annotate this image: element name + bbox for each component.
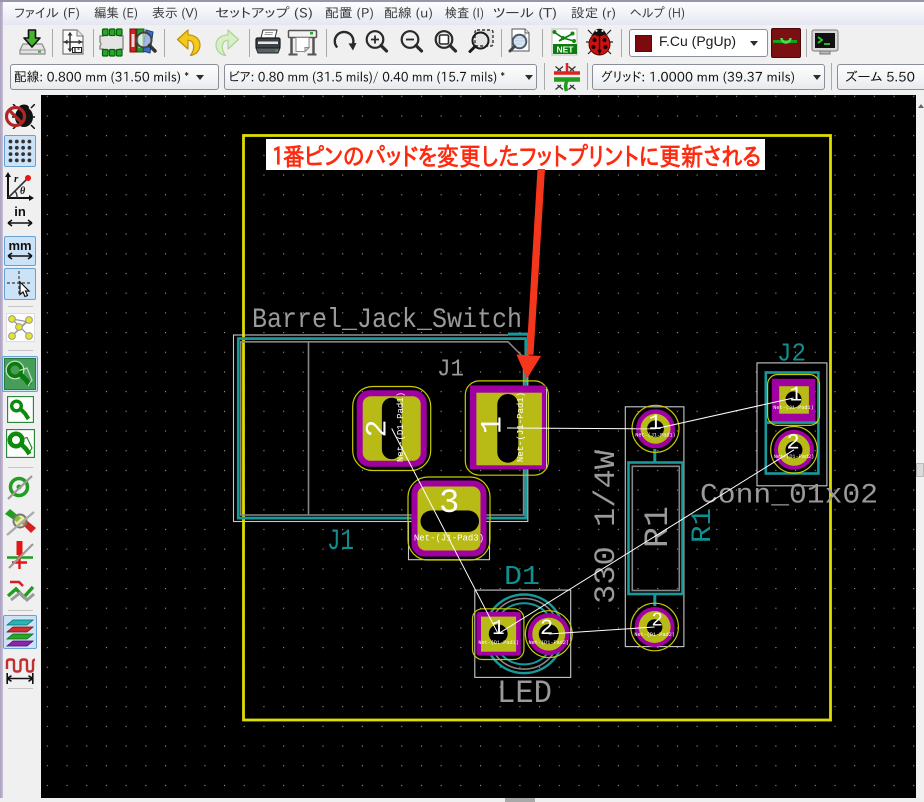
svg-text:in: in: [14, 204, 26, 219]
svg-text:r: r: [14, 173, 19, 185]
svg-text:330 1/4W: 330 1/4W: [590, 450, 624, 604]
svg-text:J1: J1: [327, 525, 354, 559]
svg-text:2: 2: [540, 616, 553, 641]
svg-text:2: 2: [362, 419, 396, 437]
svg-text:Net-(D1-Pad1): Net-(D1-Pad1): [396, 392, 406, 462]
svg-text:Net-(D1-Pad2): Net-(D1-Pad2): [634, 632, 674, 638]
svg-text:Net-(J1-Pad1): Net-(J1-Pad1): [635, 433, 675, 439]
svg-text:1: 1: [492, 618, 505, 641]
svg-text:Barrel_Jack_Switch: Barrel_Jack_Switch: [252, 305, 522, 336]
svg-text:1: 1: [477, 416, 511, 434]
svg-text:2: 2: [652, 610, 663, 632]
svg-text:D1: D1: [504, 563, 540, 593]
svg-text:3: 3: [439, 485, 459, 523]
svg-text:mm: mm: [8, 238, 31, 253]
svg-text:Net-(D1-Pad2): Net-(D1-Pad2): [529, 640, 569, 646]
svg-text:θ: θ: [20, 186, 26, 197]
svg-text:Net-(J1-Pad1): Net-(J1-Pad1): [516, 392, 526, 462]
svg-text:LED: LED: [497, 675, 552, 712]
svg-text:J2: J2: [777, 339, 806, 369]
svg-text:2: 2: [787, 431, 800, 456]
svg-text:Conn_01x02: Conn_01x02: [700, 481, 878, 512]
svg-text:Net-(D1-Pad1): Net-(D1-Pad1): [478, 640, 518, 646]
svg-text:Net-(J1-Pad1): Net-(J1-Pad1): [773, 405, 813, 411]
svg-text:J1: J1: [437, 357, 464, 384]
